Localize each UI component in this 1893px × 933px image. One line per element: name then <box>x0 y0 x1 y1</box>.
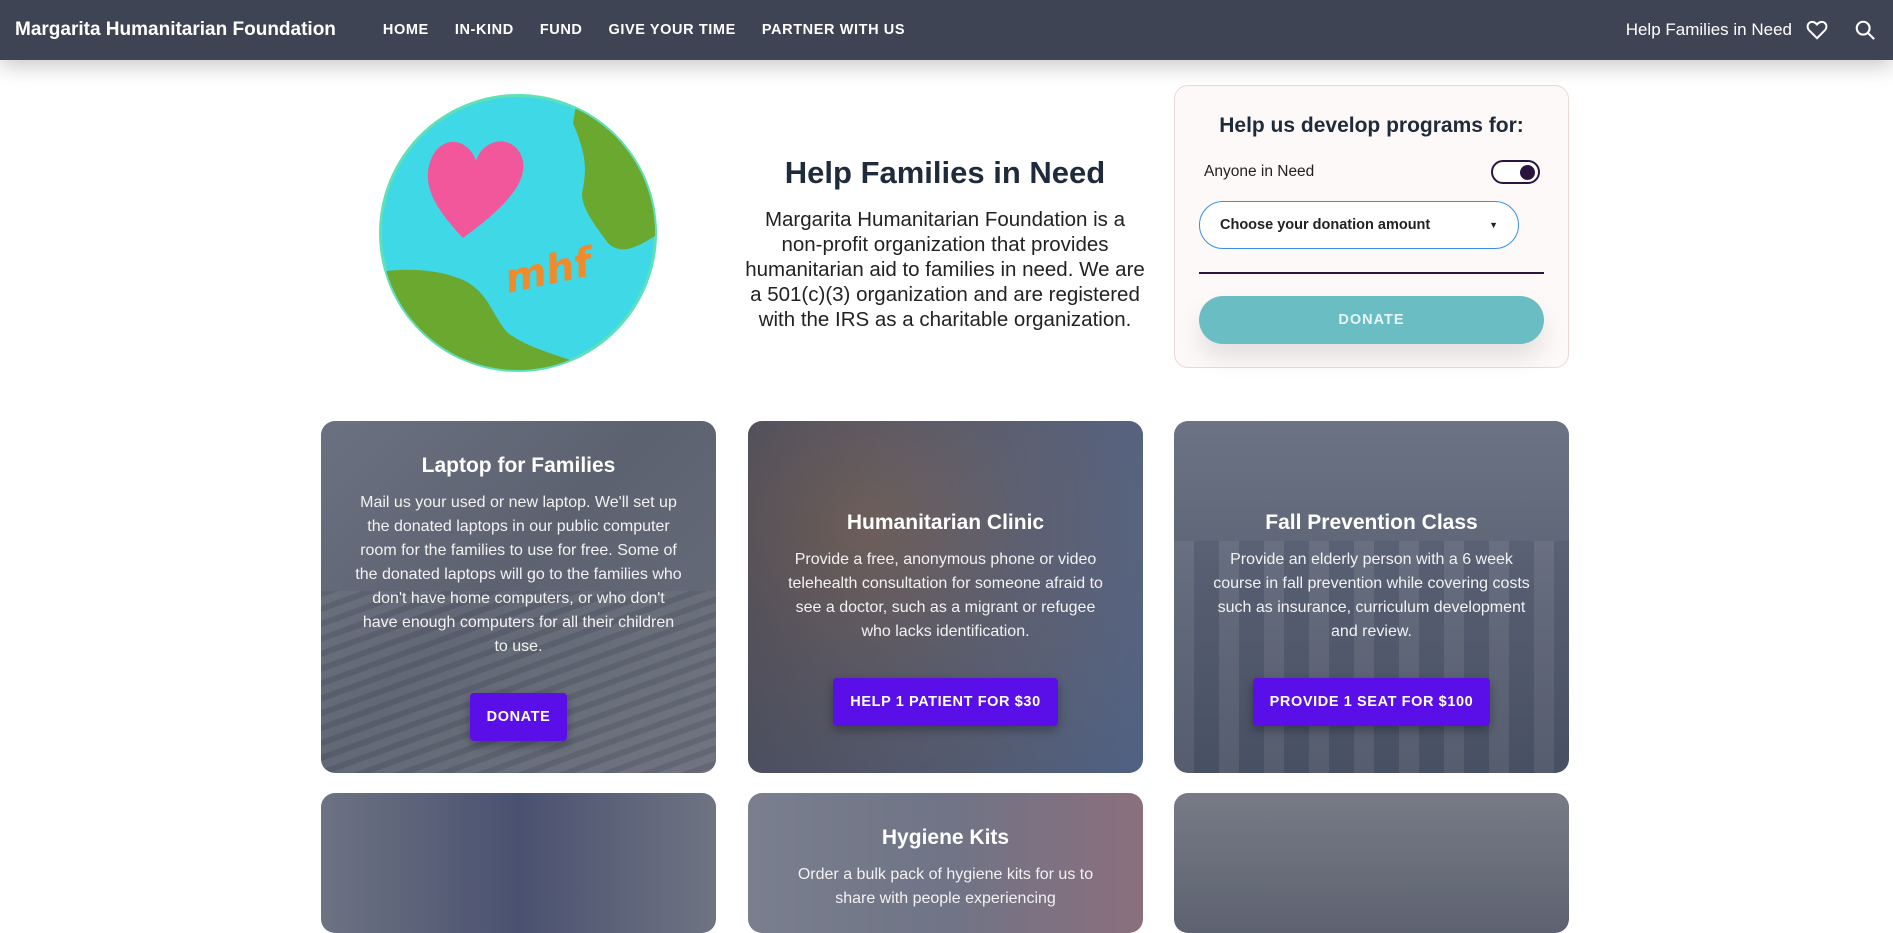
hero-title: Help Families in Need <box>784 155 1106 190</box>
card-description: Order a bulk pack of hygiene kits for us… <box>797 866 1094 907</box>
card-fall-prevention-class: Fall Prevention Class Provide an elderly… <box>1174 421 1569 773</box>
card-hygiene-kits: Hygiene Kits Order a bulk pack of hygien… <box>748 793 1143 933</box>
nav-item-partner-with-us[interactable]: PARTNER WITH US <box>762 22 905 38</box>
program-toggle-row: Anyone in Need <box>1204 160 1540 184</box>
toggle-label: Anyone in Need <box>1204 163 1315 180</box>
nav-item-fund[interactable]: FUND <box>540 22 583 38</box>
donation-panel: Help us develop programs for: Anyone in … <box>1174 85 1569 368</box>
laptop-donate-button[interactable]: DONATE <box>469 693 568 741</box>
help-families-link[interactable]: Help Families in Need <box>1626 20 1792 40</box>
heart-icon[interactable] <box>1804 17 1830 43</box>
search-icon[interactable] <box>1852 17 1878 43</box>
panel-divider <box>1199 272 1544 274</box>
provide-seat-button[interactable]: PROVIDE 1 SEAT FOR $100 <box>1252 678 1491 726</box>
hero-section: Help Families in Need Margarita Humanita… <box>745 155 1145 332</box>
donate-button[interactable]: DONATE <box>1199 296 1544 344</box>
panel-title: Help us develop programs for: <box>1219 114 1524 137</box>
nav-item-in-kind[interactable]: IN-KIND <box>455 22 514 38</box>
help-patient-button[interactable]: HELP 1 PATIENT FOR $30 <box>833 678 1058 726</box>
nav-right-group: Help Families in Need <box>1626 17 1878 43</box>
card-community <box>1174 793 1569 933</box>
donation-amount-select[interactable]: Choose your donation amount ▼ <box>1199 201 1519 249</box>
top-navbar: Margarita Humanitarian Foundation HOME I… <box>0 0 1893 60</box>
card-laptop-for-families: Laptop for Families Mail us your used or… <box>321 421 716 773</box>
toggle-knob <box>1520 165 1535 180</box>
brand-logo-text[interactable]: Margarita Humanitarian Foundation <box>15 19 336 41</box>
card-title: Laptop for Families <box>421 454 616 477</box>
card-title: Humanitarian Clinic <box>846 511 1045 534</box>
nav-item-give-your-time[interactable]: GIVE YOUR TIME <box>608 22 735 38</box>
card-description: Provide a free, anonymous phone or video… <box>788 551 1103 640</box>
card-humanitarian-clinic: Humanitarian Clinic Provide a free, anon… <box>748 421 1143 773</box>
caret-down-icon: ▼ <box>1489 220 1498 230</box>
card-volunteer <box>321 793 716 933</box>
select-placeholder: Choose your donation amount <box>1220 217 1431 233</box>
card-title: Fall Prevention Class <box>1265 511 1478 534</box>
card-description: Mail us your used or new laptop. We'll s… <box>355 494 682 655</box>
anyone-in-need-toggle[interactable] <box>1491 160 1540 184</box>
card-description: Provide an elderly person with a 6 week … <box>1213 551 1530 640</box>
nav-item-home[interactable]: HOME <box>383 22 429 38</box>
hero-description: Margarita Humanitarian Foundation is a n… <box>745 208 1145 331</box>
main-menu: HOME IN-KIND FUND GIVE YOUR TIME PARTNER… <box>370 22 918 38</box>
foundation-logo: mhf <box>378 93 658 373</box>
card-title: Hygiene Kits <box>881 826 1010 849</box>
